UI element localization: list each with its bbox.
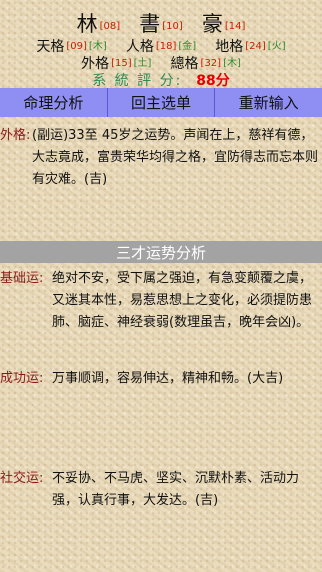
- social-luck-label: 社交运:: [0, 471, 44, 486]
- success-luck: 成功运: 万事顺调，容易伸达，精神和畅。(大吉): [0, 368, 322, 390]
- menu-bar: 命理分析 回主选单 重新输入: [0, 88, 322, 117]
- re-enter-button[interactable]: 重新输入: [215, 88, 322, 117]
- analysis-button[interactable]: 命理分析: [0, 88, 108, 117]
- basic-luck-text: 绝对不安，受下属之强迫，有急变颠覆之虞，又迷其本性，易惹思想上之变化，必须提防患…: [52, 271, 313, 330]
- score-value: 88分: [196, 73, 230, 89]
- name-line: 林 [08] 書 [10] 豪 [14]: [0, 8, 322, 38]
- basic-luck: 基础运: 绝对不安，受下属之强迫，有急变颠覆之虞，又迷其本性，易惹思想上之变化，…: [0, 268, 322, 334]
- surname-char: 林: [76, 12, 98, 36]
- basic-luck-label: 基础运:: [0, 271, 44, 286]
- name-header: 林 [08] 書 [10] 豪 [14] 天格 [09] [木] 人格 [18] [金] 地格…: [0, 0, 322, 90]
- social-luck-text: 不妥协、不马虎、坚实、沉默朴素、活动力强，认真行事，大发达。(吉): [52, 471, 300, 508]
- social-luck: 社交运: 不妥协、不马虎、坚实、沉默朴素、活动力强，认真行事，大发达。(吉): [0, 468, 322, 512]
- system-score: 系 統 評 分: 88分: [0, 70, 322, 90]
- outer-grid-analysis: 外格: (副运)33至 45岁之运势。声闻在上，慈祥有德，大志竟成，富贵荣华均得…: [0, 125, 322, 191]
- main-menu-button[interactable]: 回主选单: [108, 88, 216, 117]
- given-name-char-2: 豪: [201, 12, 223, 36]
- outer-grid-label: 外格:: [0, 128, 31, 143]
- stroke-count: [10]: [162, 21, 183, 32]
- given-name-char-1: 書: [139, 12, 161, 36]
- success-luck-label: 成功运:: [0, 371, 44, 386]
- score-label: 系 統 評 分:: [92, 73, 183, 89]
- stroke-count: [08]: [99, 21, 121, 32]
- success-luck-text: 万事顺调，容易伸达，精神和畅。(大吉): [52, 371, 284, 386]
- outer-grid-text: (副运)33至 45岁之运势。声闻在上，慈祥有德，大志竟成，富贵荣华均得之格，宜…: [32, 128, 319, 187]
- stroke-count: [14]: [224, 21, 246, 32]
- section-title: 三才运势分析: [0, 241, 322, 263]
